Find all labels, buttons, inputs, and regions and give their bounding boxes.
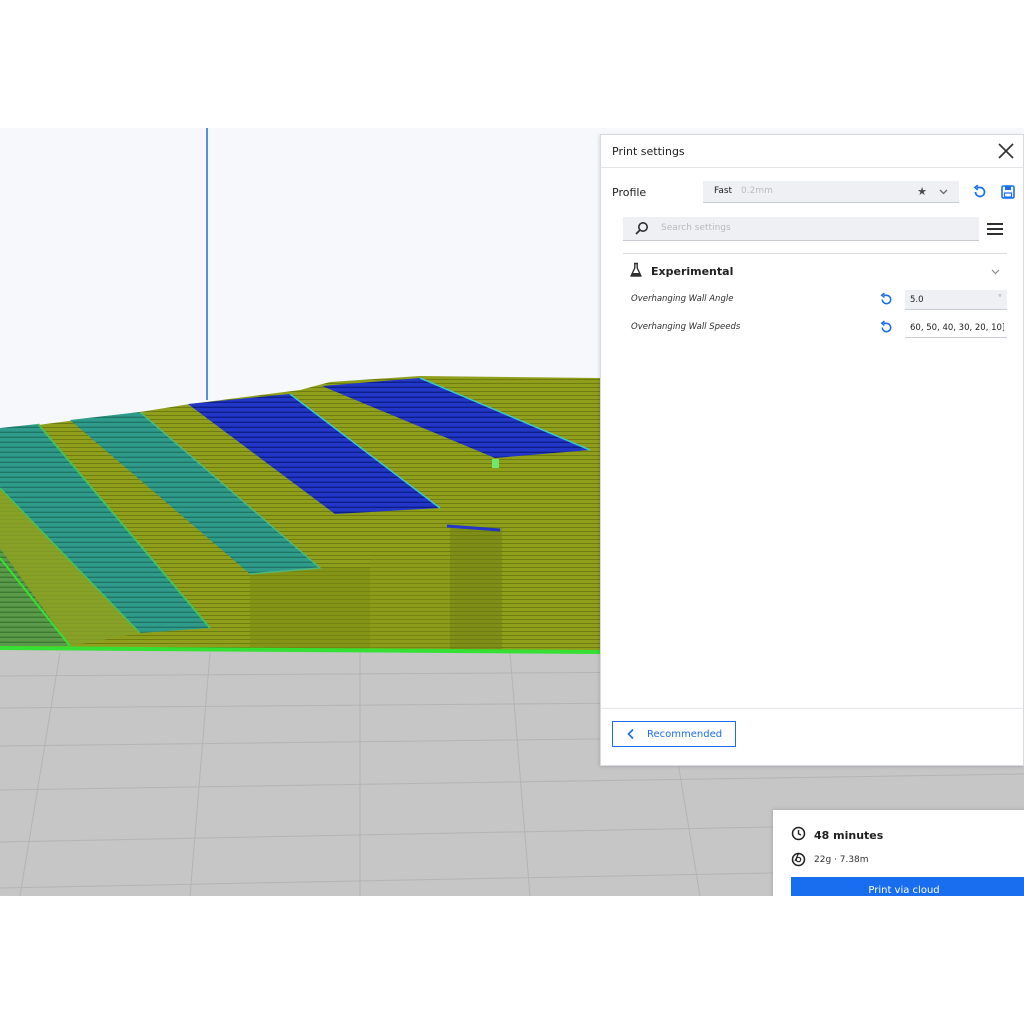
- setting-label: Overhanging Wall Angle: [631, 294, 734, 304]
- settings-menu-icon[interactable]: [986, 221, 1004, 237]
- overhanging-wall-angle-field[interactable]: 5.0 °: [905, 290, 1007, 310]
- setting-row-overhanging-wall-angle: Overhanging Wall Angle 5.0 °: [601, 289, 1024, 311]
- close-icon[interactable]: [995, 140, 1017, 162]
- chevron-down-icon: [991, 269, 1000, 275]
- print-via-cloud-button[interactable]: Print via cloud: [791, 877, 1024, 896]
- section-title: Experimental: [651, 265, 734, 278]
- section-divider: [623, 253, 1007, 254]
- profile-name: Fast: [714, 186, 733, 196]
- material-usage: 22g · 7.38m: [814, 855, 869, 865]
- cura-window: Print settings Profile Fast 0.2mm ★ Sear…: [0, 128, 1024, 896]
- spool-icon: [791, 852, 806, 867]
- profile-layer-height: 0.2mm: [741, 186, 773, 196]
- search-input[interactable]: [661, 220, 961, 236]
- profile-dropdown[interactable]: Fast 0.2mm ★: [703, 181, 959, 203]
- reset-profile-icon[interactable]: [972, 184, 988, 200]
- overhanging-wall-speeds-field[interactable]: 60, 50, 40, 30, 20, 10]: [905, 318, 1007, 338]
- clock-icon: [791, 826, 806, 841]
- profile-label: Profile: [612, 186, 647, 199]
- print-info-panel: 48 minutes 22g · 7.38m Print via cloud: [773, 810, 1024, 896]
- chevron-left-icon: [627, 728, 634, 740]
- search-icon: [635, 222, 648, 235]
- panel-footer: Recommended: [601, 708, 1023, 765]
- chevron-down-icon: [939, 189, 948, 195]
- field-value: 5.0: [910, 295, 924, 305]
- print-button-label: Print via cloud: [868, 885, 940, 896]
- section-header-experimental[interactable]: Experimental: [623, 259, 1007, 283]
- reset-setting-icon[interactable]: [879, 320, 894, 335]
- field-value: 60, 50, 40, 30, 20, 10]: [910, 323, 1004, 333]
- recommended-label: Recommended: [647, 729, 723, 740]
- panel-title: Print settings: [612, 145, 685, 158]
- flask-icon: [630, 262, 642, 277]
- save-profile-icon[interactable]: [1000, 184, 1016, 200]
- profile-row: Profile Fast 0.2mm ★: [601, 179, 1023, 205]
- setting-label: Overhanging Wall Speeds: [631, 322, 741, 332]
- recommended-button[interactable]: Recommended: [612, 721, 736, 747]
- panel-header: Print settings: [601, 135, 1023, 168]
- search-box: [623, 217, 979, 241]
- print-settings-panel: Print settings Profile Fast 0.2mm ★ Sear…: [600, 134, 1024, 766]
- reset-setting-icon[interactable]: [879, 292, 894, 307]
- print-time: 48 minutes: [814, 829, 884, 842]
- field-unit: °: [998, 293, 1002, 302]
- star-icon[interactable]: ★: [917, 185, 927, 198]
- setting-row-overhanging-wall-speeds: Overhanging Wall Speeds 60, 50, 40, 30, …: [601, 317, 1024, 339]
